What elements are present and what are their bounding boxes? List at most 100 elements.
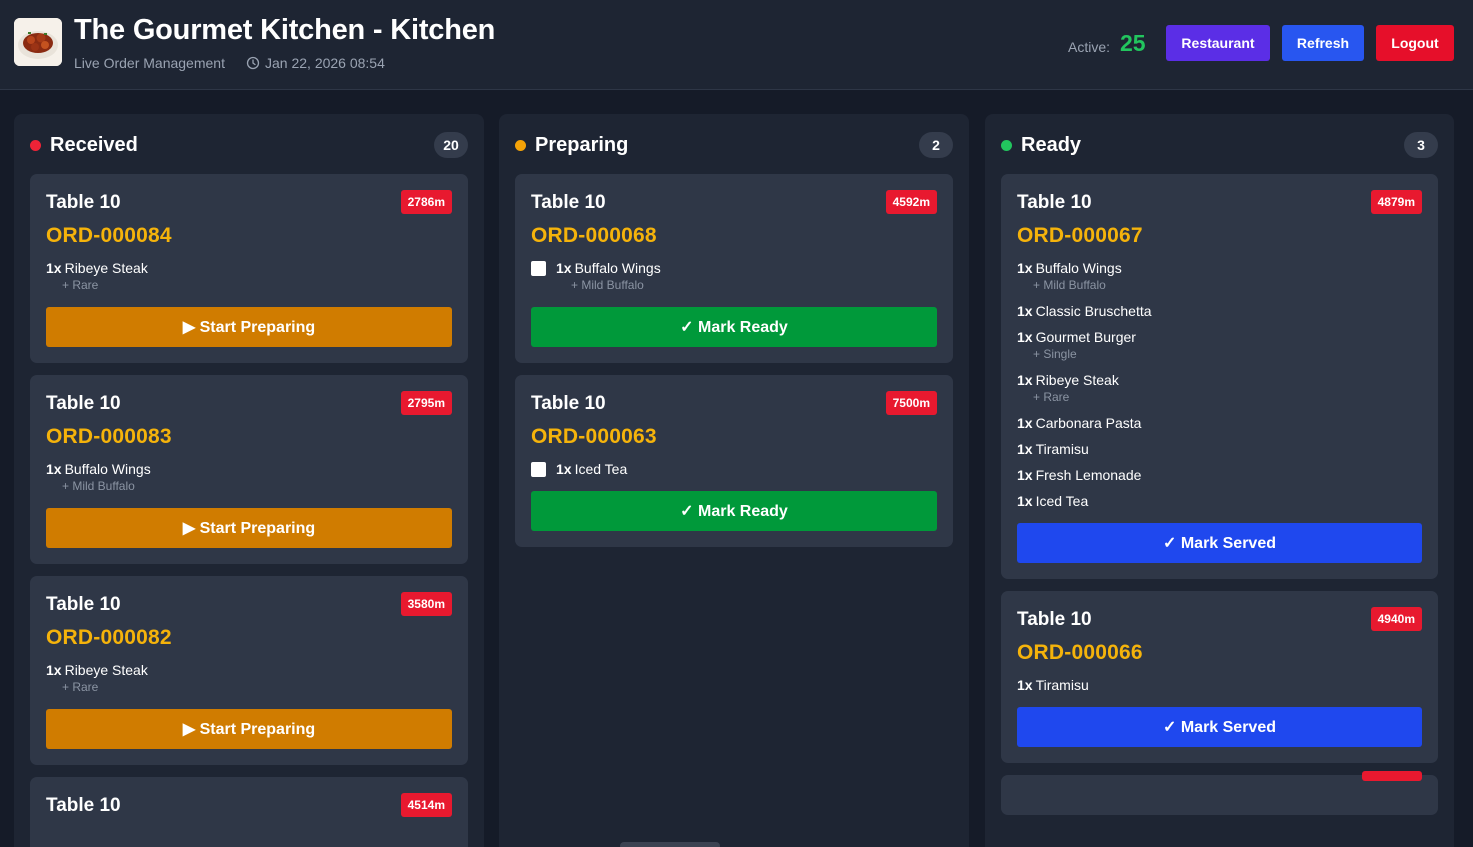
order-item: 1x Ribeye Steak + Rare <box>1017 372 1422 405</box>
order-item: 1x Tiramisu <box>1017 677 1422 693</box>
order-item: 1x Fresh Lemonade <box>1017 467 1422 483</box>
item-name: Buffalo Wings <box>1035 260 1122 276</box>
horizontal-scrollbar[interactable] <box>620 842 720 847</box>
column-preparing: Preparing 2 Table 10 4592m ORD-000068 1x… <box>499 114 969 847</box>
order-number: ORD-000066 <box>1017 641 1143 664</box>
column-ready: Ready 3 Table 10 4879m ORD-000067 1x Buf… <box>985 114 1454 847</box>
item-name: Ribeye Steak <box>64 662 148 678</box>
logout-button[interactable]: Logout <box>1376 25 1454 61</box>
current-datetime: Jan 22, 2026 08:54 <box>246 55 385 71</box>
order-list: Table 10 4592m ORD-000068 1x Buffalo Win… <box>515 174 953 559</box>
item-name: Iced Tea <box>574 461 628 477</box>
mark-served-button[interactable]: ✓ Mark Served <box>1017 523 1422 563</box>
ready-status-dot <box>1001 139 1012 151</box>
elapsed-time-badge: 4592m <box>885 190 937 214</box>
column-header: Received 20 <box>30 132 468 158</box>
item-name: Ribeye Steak <box>64 260 148 276</box>
page-subtitle: Live Order Management <box>74 55 225 71</box>
table-name: Table 10 <box>531 393 606 414</box>
restaurant-button[interactable]: Restaurant <box>1166 25 1270 61</box>
order-card: Table 10 4940m ORD-000066 1x Tiramisu ✓ … <box>1001 591 1438 763</box>
order-items: 1x Buffalo Wings + Mild Buffalo 1x Class… <box>1017 260 1422 509</box>
order-count-badge: 3 <box>1404 132 1438 158</box>
order-item: 1x Tiramisu <box>1017 441 1422 457</box>
item-quantity: 1x <box>1017 329 1033 345</box>
order-number: ORD-000084 <box>46 224 172 247</box>
elapsed-time-badge: 4879m <box>1370 190 1422 214</box>
table-name: Table 10 <box>46 594 121 615</box>
order-count-badge: 2 <box>919 132 953 158</box>
item-done-checkbox[interactable] <box>531 260 546 276</box>
table-name: Table 10 <box>1017 609 1092 630</box>
item-name: Tiramisu <box>1035 677 1089 693</box>
mark-ready-button[interactable]: ✓ Mark Ready <box>531 307 937 347</box>
item-modifier: + Rare <box>62 278 99 292</box>
mark-ready-button[interactable]: ✓ Mark Ready <box>531 491 937 531</box>
item-name: Classic Bruschetta <box>1035 303 1152 319</box>
order-card <box>1001 771 1438 815</box>
refresh-button[interactable]: Refresh <box>1282 25 1364 61</box>
order-list: Table 10 4879m ORD-000067 1x Buffalo Win… <box>1001 174 1438 827</box>
table-name: Table 10 <box>46 795 121 816</box>
item-done-checkbox[interactable] <box>531 461 546 477</box>
order-items: 1x Buffalo Wings + Mild Buffalo <box>46 461 452 494</box>
column-title: Received <box>50 133 138 156</box>
order-card: Table 10 7500m ORD-000063 1x Iced Tea ✓ … <box>515 375 953 547</box>
order-item: 1x Iced Tea <box>531 461 937 477</box>
item-modifier: + Rare <box>62 680 99 694</box>
item-quantity: 1x <box>1017 260 1033 276</box>
order-items: 1x Iced Tea <box>531 461 937 477</box>
start-preparing-button[interactable]: ▶ Start Preparing <box>46 307 452 347</box>
item-name: Buffalo Wings <box>574 260 661 276</box>
item-modifier: + Mild Buffalo <box>571 278 644 292</box>
order-card: Table 10 4879m ORD-000067 1x Buffalo Win… <box>1001 174 1438 579</box>
order-item: 1x Ribeye Steak + Rare <box>46 260 452 293</box>
item-modifier: + Single <box>1033 347 1077 361</box>
elapsed-time-badge: 2786m <box>400 190 452 214</box>
item-quantity: 1x <box>1017 372 1033 388</box>
table-name: Table 10 <box>46 393 121 414</box>
item-quantity: 1x <box>1017 415 1033 431</box>
start-preparing-button[interactable]: ▶ Start Preparing <box>46 508 452 548</box>
item-name: Gourmet Burger <box>1035 329 1136 345</box>
table-name: Table 10 <box>1017 192 1092 213</box>
order-card: Table 10 3580m ORD-000082 1x Ribeye Stea… <box>30 576 468 765</box>
order-items: 1x Ribeye Steak + Rare <box>46 260 452 293</box>
elapsed-time-badge: 2795m <box>400 391 452 415</box>
item-quantity: 1x <box>1017 493 1033 509</box>
item-name: Fresh Lemonade <box>1035 467 1142 483</box>
order-number: ORD-000082 <box>46 626 172 649</box>
order-item: 1x Classic Bruschetta <box>1017 303 1422 319</box>
order-item: 1x Carbonara Pasta <box>1017 415 1422 431</box>
app-header: The Gourmet Kitchen - Kitchen Live Order… <box>0 0 1473 90</box>
order-items: 1x Tiramisu <box>1017 677 1422 693</box>
item-name: Iced Tea <box>1035 493 1089 509</box>
item-quantity: 1x <box>1017 303 1033 319</box>
order-item: 1x Ribeye Steak + Rare <box>46 662 452 695</box>
column-title: Preparing <box>535 133 629 156</box>
mark-served-button[interactable]: ✓ Mark Served <box>1017 707 1422 747</box>
order-items: 1x Buffalo Wings + Mild Buffalo <box>531 260 937 293</box>
item-quantity: 1x <box>46 662 62 678</box>
item-modifier: + Rare <box>1033 390 1070 404</box>
order-items: 1x Ribeye Steak + Rare <box>46 662 452 695</box>
order-card: Table 10 2795m ORD-000083 1x Buffalo Win… <box>30 375 468 564</box>
item-quantity: 1x <box>46 260 62 276</box>
item-name: Ribeye Steak <box>1035 372 1119 388</box>
column-header: Ready 3 <box>1001 132 1438 158</box>
item-modifier: + Mild Buffalo <box>62 479 135 493</box>
order-number: ORD-000063 <box>531 425 657 448</box>
order-item: 1x Gourmet Burger + Single <box>1017 329 1422 362</box>
item-name: Buffalo Wings <box>64 461 151 477</box>
order-number: ORD-000068 <box>531 224 657 247</box>
restaurant-logo <box>14 18 62 66</box>
order-number: ORD-000067 <box>1017 224 1143 247</box>
order-item: 1x Buffalo Wings + Mild Buffalo <box>531 260 937 293</box>
item-modifier: + Mild Buffalo <box>1033 278 1106 292</box>
table-name: Table 10 <box>531 192 606 213</box>
order-item: 1x Buffalo Wings + Mild Buffalo <box>46 461 452 494</box>
item-quantity: 1x <box>1017 441 1033 457</box>
start-preparing-button[interactable]: ▶ Start Preparing <box>46 709 452 749</box>
elapsed-time-badge: 4514m <box>400 793 452 817</box>
order-card: Table 10 2786m ORD-000084 1x Ribeye Stea… <box>30 174 468 363</box>
